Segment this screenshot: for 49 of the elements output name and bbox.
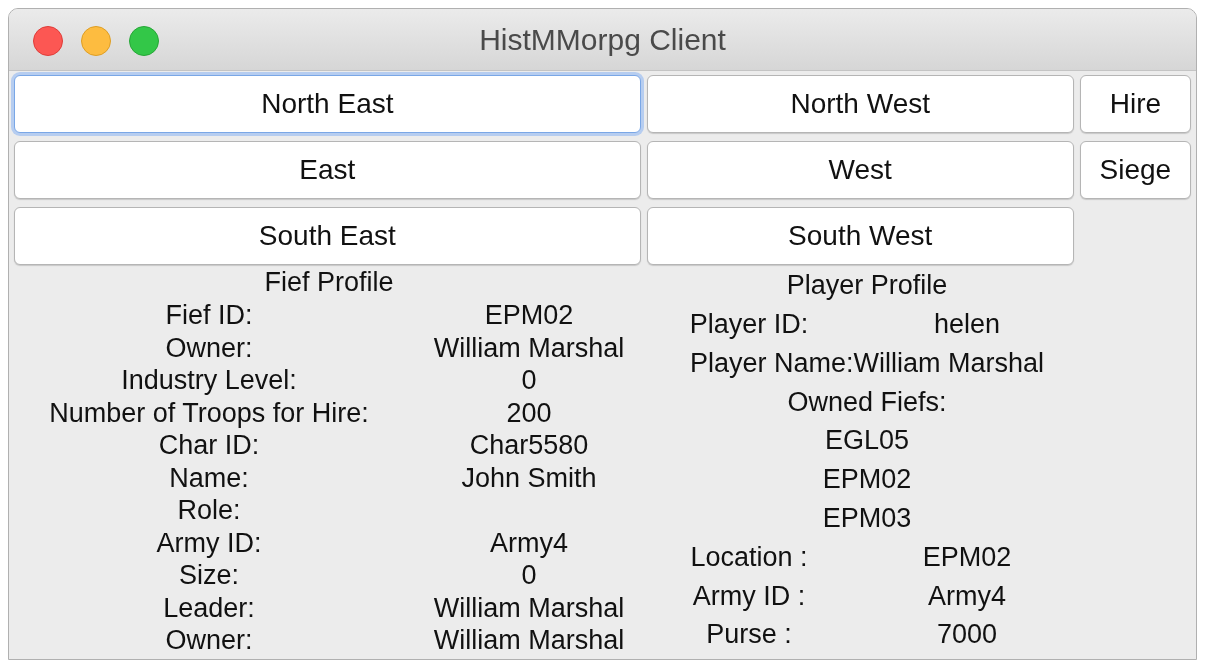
field-value: 7000 — [936, 619, 998, 650]
field-value: William Marshal — [433, 625, 625, 655]
direction-button[interactable]: North East — [14, 75, 641, 133]
field-label: Role: — [177, 495, 241, 525]
field-value: 0 — [521, 365, 537, 395]
direction-button[interactable]: South East — [14, 207, 641, 265]
list-text: EGL05 — [824, 425, 910, 456]
field-label: Char ID: — [158, 430, 260, 460]
field-value: William Marshal — [853, 346, 1045, 380]
direction-button[interactable]: Siege — [1079, 141, 1191, 199]
field-label: Number of Troops for Hire: — [49, 397, 369, 428]
field-value: Army4 — [490, 527, 568, 558]
window-title: HistMMorpg Client — [479, 22, 726, 58]
field-label: Owner: — [165, 625, 253, 655]
field-value: Army4 — [928, 580, 1006, 611]
field-label: Player ID: — [689, 309, 809, 339]
field-label: Location : — [690, 541, 808, 572]
direction-button[interactable]: East — [14, 141, 641, 199]
maximize-icon[interactable] — [129, 26, 159, 56]
section-title: Fief Profile — [264, 267, 394, 297]
field-label: Fief ID: — [165, 300, 253, 330]
field-label: Size: — [179, 560, 239, 590]
list-text: EPM03 — [822, 503, 912, 533]
field-label: Army ID : — [692, 580, 806, 611]
field-value: 0 — [521, 560, 537, 590]
field-value: helen — [933, 309, 1001, 339]
field-label: Owner: — [165, 332, 253, 363]
direction-button[interactable]: North West — [646, 75, 1074, 133]
field-value: William Marshal — [433, 592, 625, 623]
field-value: 200 — [506, 397, 552, 428]
minimize-icon[interactable] — [81, 26, 111, 56]
close-icon[interactable] — [33, 26, 63, 56]
direction-button[interactable]: South West — [646, 207, 1074, 265]
field-label: Industry Level: — [121, 365, 297, 395]
direction-button[interactable]: Hire — [1079, 75, 1191, 133]
list-text: EPM02 — [822, 464, 912, 495]
field-value: Char5580 — [469, 430, 589, 460]
field-label: Army ID: — [156, 527, 262, 558]
field-value: EPM02 — [484, 300, 574, 330]
field-value: William Marshal — [433, 332, 625, 363]
field-value: EPM02 — [922, 541, 1012, 572]
list-text: Owned Fiefs: — [787, 386, 947, 417]
field-label: Player Name: — [689, 346, 854, 380]
section-title: Player Profile — [786, 270, 948, 300]
direction-button[interactable]: West — [646, 141, 1074, 199]
field-label: Name: — [169, 462, 249, 493]
field-label: Purse : — [706, 619, 792, 650]
field-label: Leader: — [163, 592, 255, 623]
field-value: John Smith — [461, 462, 597, 493]
